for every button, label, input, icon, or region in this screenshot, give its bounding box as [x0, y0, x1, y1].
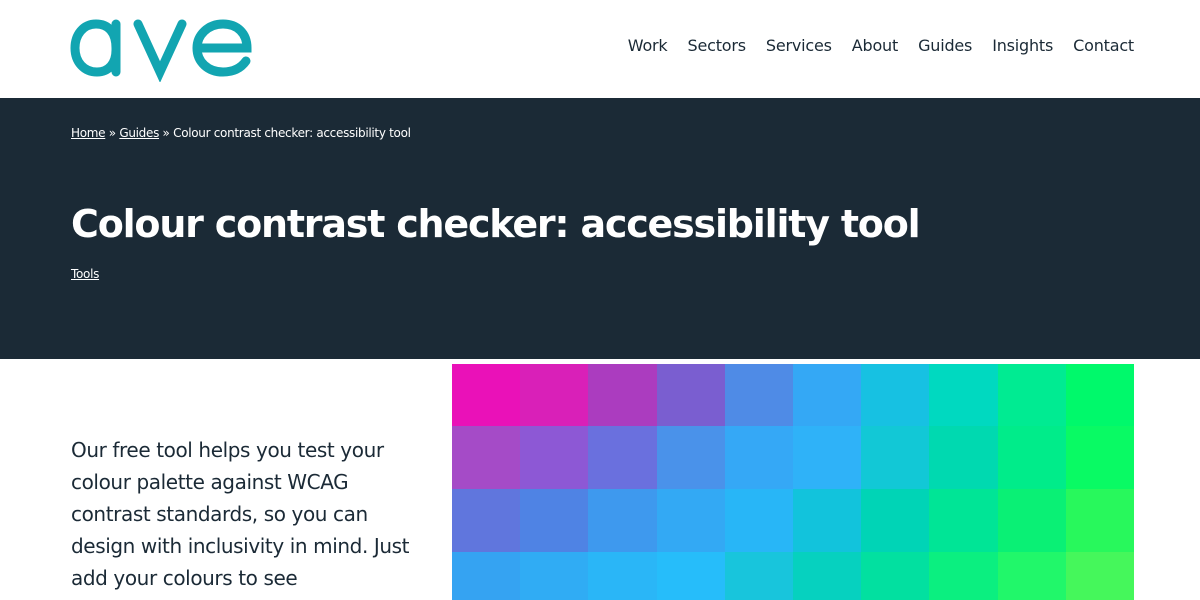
mosaic-tile [861, 489, 930, 552]
mosaic-tile [724, 552, 793, 600]
mosaic-tile [452, 426, 521, 489]
mosaic-tile [656, 426, 725, 489]
mosaic-tile [656, 364, 725, 426]
mosaic-tile [724, 426, 793, 489]
site-header: Work Sectors Services About Guides Insig… [0, 0, 1200, 98]
nav-link-about[interactable]: About [852, 36, 899, 55]
nav-link-guides[interactable]: Guides [918, 36, 972, 55]
mosaic-tile [656, 489, 725, 552]
breadcrumb-current: Colour contrast checker: accessibility t… [173, 126, 411, 140]
mosaic-tile [452, 552, 521, 600]
mosaic-tile [861, 426, 930, 489]
breadcrumb-home-link[interactable]: Home [71, 126, 106, 140]
mosaic-tile [997, 364, 1066, 426]
mosaic-tile [588, 489, 657, 552]
mosaic-tile [929, 426, 998, 489]
mosaic-tile [792, 552, 862, 600]
mosaic-tile [452, 364, 521, 426]
mosaic-tile [1065, 426, 1134, 489]
mosaic-tile [997, 489, 1066, 552]
mosaic-tile [929, 489, 998, 552]
mosaic-tile [588, 552, 657, 600]
mosaic-tile [861, 552, 930, 600]
mosaic-tile [1065, 364, 1134, 426]
mosaic-tile [792, 489, 862, 552]
mosaic-tile [520, 552, 589, 600]
mosaic-tile [452, 489, 521, 552]
nav-link-insights[interactable]: Insights [992, 36, 1053, 55]
breadcrumb-separator: » [105, 126, 120, 140]
mosaic-tile [792, 426, 862, 489]
mosaic-tile [929, 364, 998, 426]
breadcrumb-guides-link[interactable]: Guides [119, 126, 159, 140]
mosaic-tile [1065, 489, 1134, 552]
mosaic-tile [724, 364, 793, 426]
breadcrumb: Home » Guides » Colour contrast checker:… [71, 126, 411, 140]
nav-link-contact[interactable]: Contact [1073, 36, 1134, 55]
mosaic-tile [1065, 552, 1134, 600]
mosaic-tile [861, 364, 930, 426]
page-title: Colour contrast checker: accessibility t… [71, 202, 921, 246]
breadcrumb-separator: » [159, 126, 174, 140]
nav-link-services[interactable]: Services [766, 36, 832, 55]
ave-logo[interactable] [70, 10, 260, 82]
mosaic-tile [588, 426, 657, 489]
mosaic-tile [520, 426, 589, 489]
mosaic-tile [520, 364, 589, 426]
category-tag-link[interactable]: Tools [71, 267, 99, 281]
mosaic-tile [997, 552, 1066, 600]
colour-mosaic-image [452, 364, 1134, 600]
intro-paragraph: Our free tool helps you test your colour… [71, 438, 410, 590]
mosaic-tile [929, 552, 998, 600]
mosaic-tile [520, 489, 589, 552]
mosaic-tile [656, 552, 725, 600]
mosaic-tile [588, 364, 657, 426]
main-nav: Work Sectors Services About Guides Insig… [628, 36, 1134, 55]
nav-link-sectors[interactable]: Sectors [688, 36, 747, 55]
mosaic-tile [792, 364, 862, 426]
mosaic-tile [997, 426, 1066, 489]
mosaic-tile [724, 489, 793, 552]
hero-banner: Home » Guides » Colour contrast checker:… [0, 98, 1200, 359]
nav-link-work[interactable]: Work [628, 36, 668, 55]
